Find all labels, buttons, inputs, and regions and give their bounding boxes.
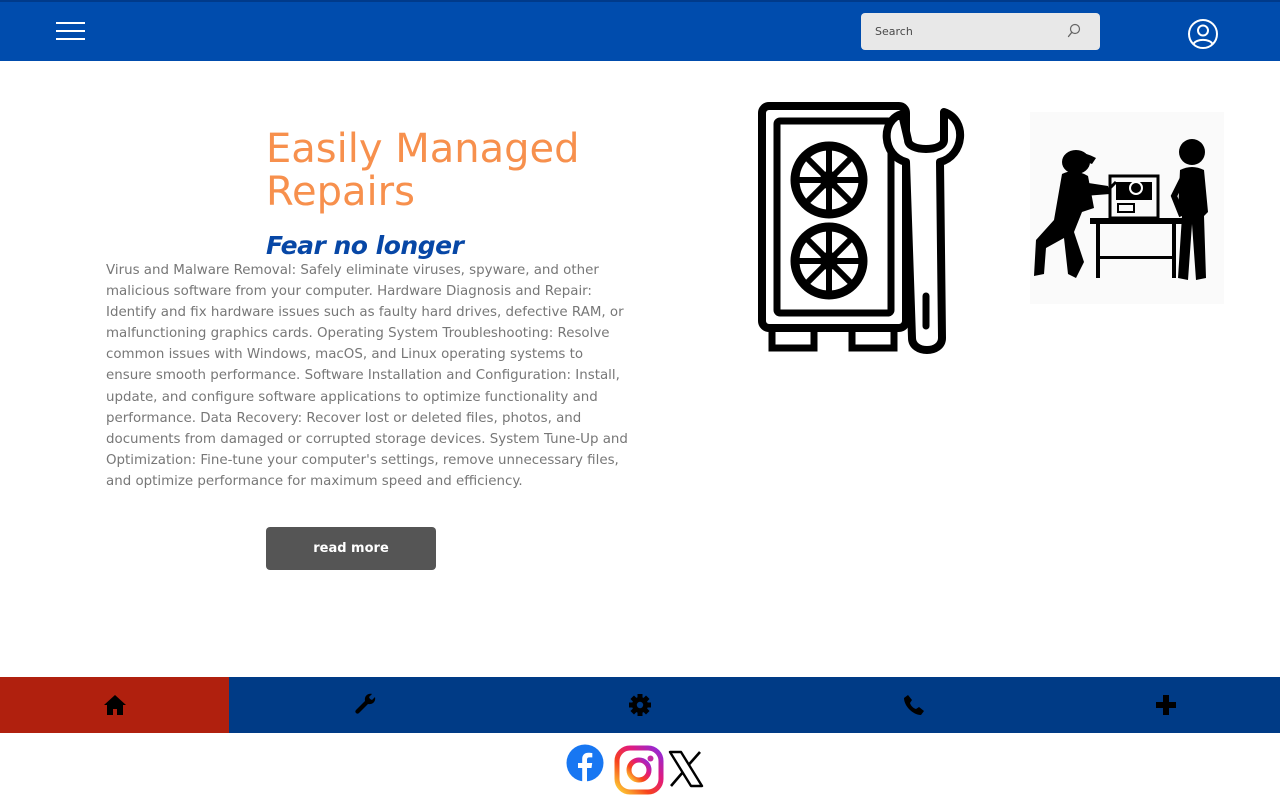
plus-icon xyxy=(1155,695,1176,715)
nav-settings[interactable] xyxy=(503,677,777,733)
bottom-navigation-bar xyxy=(0,677,1280,733)
phone-icon xyxy=(904,695,924,715)
read-more-button[interactable]: read more xyxy=(266,527,436,570)
search-icon[interactable] xyxy=(1067,23,1081,39)
hamburger-menu-icon[interactable] xyxy=(56,21,86,43)
gear-icon xyxy=(629,694,651,716)
instagram-icon[interactable] xyxy=(614,745,664,795)
top-header xyxy=(0,0,1280,61)
page-title: Easily Managed Repairs xyxy=(266,126,580,215)
services-description: Virus and Malware Removal: Safely elimin… xyxy=(106,263,628,489)
user-account-icon[interactable] xyxy=(1187,18,1219,50)
nav-contact[interactable] xyxy=(777,677,1051,733)
x-icon[interactable] xyxy=(668,750,704,788)
facebook-icon[interactable] xyxy=(566,744,604,782)
search-input[interactable] xyxy=(861,13,1075,50)
technicians-repairing-computer-illustration xyxy=(1030,112,1224,304)
wrench-icon xyxy=(355,693,376,714)
page-subtitle: Fear no longer xyxy=(266,231,464,260)
nav-home[interactable] xyxy=(0,677,229,733)
search-box xyxy=(861,13,1100,50)
nav-services[interactable] xyxy=(229,677,503,733)
nav-more[interactable] xyxy=(1051,677,1280,733)
home-icon xyxy=(103,695,126,715)
pc-repair-wrench-icon xyxy=(758,102,964,354)
